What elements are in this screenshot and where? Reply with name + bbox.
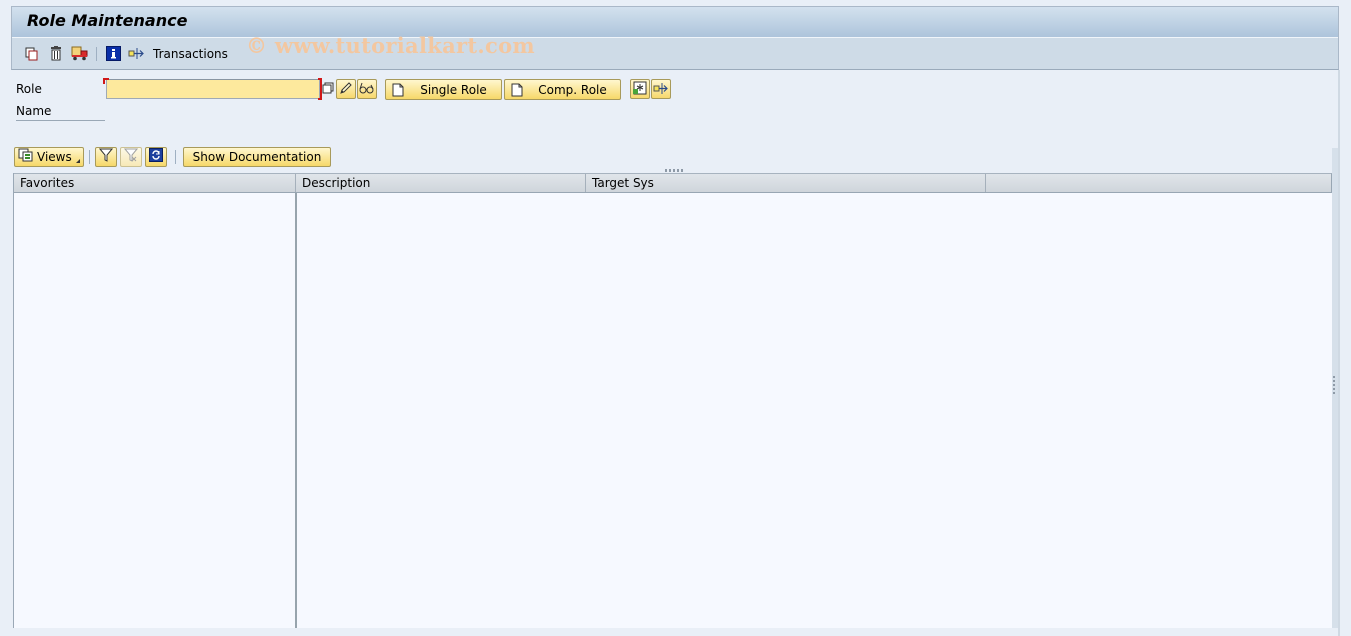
dropdown-caret-icon bbox=[76, 158, 80, 163]
tree-toolbar: Views Show Documentation bbox=[14, 146, 331, 167]
splitter-grip[interactable] bbox=[1333, 376, 1335, 394]
display-button[interactable] bbox=[357, 79, 377, 99]
filter-button[interactable] bbox=[95, 146, 117, 167]
role-label: Role bbox=[16, 82, 42, 96]
splitter-handle[interactable] bbox=[665, 169, 685, 172]
column-header-favorites[interactable]: Favorites bbox=[14, 174, 296, 192]
title-bar: Role Maintenance bbox=[12, 7, 1338, 38]
pencil-icon bbox=[339, 81, 353, 98]
transactions-icon[interactable] bbox=[127, 44, 147, 64]
generate-icon bbox=[633, 81, 647, 98]
generate-button[interactable] bbox=[630, 79, 650, 99]
create-single-role-button[interactable]: Single Role bbox=[385, 79, 502, 100]
tree-header: Favorites Description Target Sys bbox=[14, 173, 1332, 193]
refresh-icon bbox=[149, 148, 163, 165]
toolbar-separator bbox=[89, 149, 90, 164]
new-document-icon bbox=[509, 82, 525, 98]
transactions-icon bbox=[653, 81, 669, 98]
transactions-role-button[interactable] bbox=[651, 79, 671, 99]
views-label: Views bbox=[37, 149, 72, 164]
change-button[interactable] bbox=[336, 79, 356, 99]
transactions-button[interactable]: Transactions bbox=[153, 47, 228, 61]
create-composite-role-button[interactable]: Comp. Role bbox=[504, 79, 621, 100]
new-document-icon bbox=[390, 82, 406, 98]
copy-icon[interactable] bbox=[22, 44, 42, 64]
column-divider[interactable] bbox=[295, 193, 297, 628]
delete-icon[interactable] bbox=[46, 44, 66, 64]
toolbar-separator bbox=[175, 149, 176, 164]
glasses-icon bbox=[359, 82, 375, 97]
favorites-tree: Favorites Description Target Sys bbox=[13, 173, 1332, 628]
views-icon bbox=[18, 148, 34, 165]
name-label: Name bbox=[16, 104, 105, 121]
role-input[interactable] bbox=[106, 79, 320, 99]
single-role-label: Single Role bbox=[420, 82, 487, 97]
comp-role-label: Comp. Role bbox=[538, 82, 607, 97]
show-documentation-button[interactable]: Show Documentation bbox=[183, 146, 331, 167]
watermark: © www.tutorialkart.com bbox=[246, 33, 535, 58]
required-field-marker bbox=[103, 78, 109, 84]
transport-icon[interactable] bbox=[70, 44, 90, 64]
toolbar-separator bbox=[96, 46, 97, 61]
refresh-button[interactable] bbox=[145, 146, 167, 167]
info-icon[interactable] bbox=[103, 44, 123, 64]
delete-filter-button[interactable] bbox=[120, 146, 142, 167]
screen-header: Role Maintenance Transactions bbox=[11, 6, 1339, 70]
page-title: Role Maintenance bbox=[27, 11, 188, 30]
column-header-target-sys[interactable]: Target Sys bbox=[586, 174, 986, 192]
window-border bbox=[1338, 70, 1340, 636]
application-toolbar: Transactions bbox=[12, 38, 1338, 69]
filter-icon bbox=[98, 148, 114, 165]
column-header-empty bbox=[986, 174, 1331, 192]
views-dropdown[interactable]: Views bbox=[14, 146, 84, 167]
column-header-description[interactable]: Description bbox=[296, 174, 586, 192]
value-help-icon[interactable] bbox=[322, 82, 334, 96]
filter-delete-icon bbox=[123, 148, 139, 165]
